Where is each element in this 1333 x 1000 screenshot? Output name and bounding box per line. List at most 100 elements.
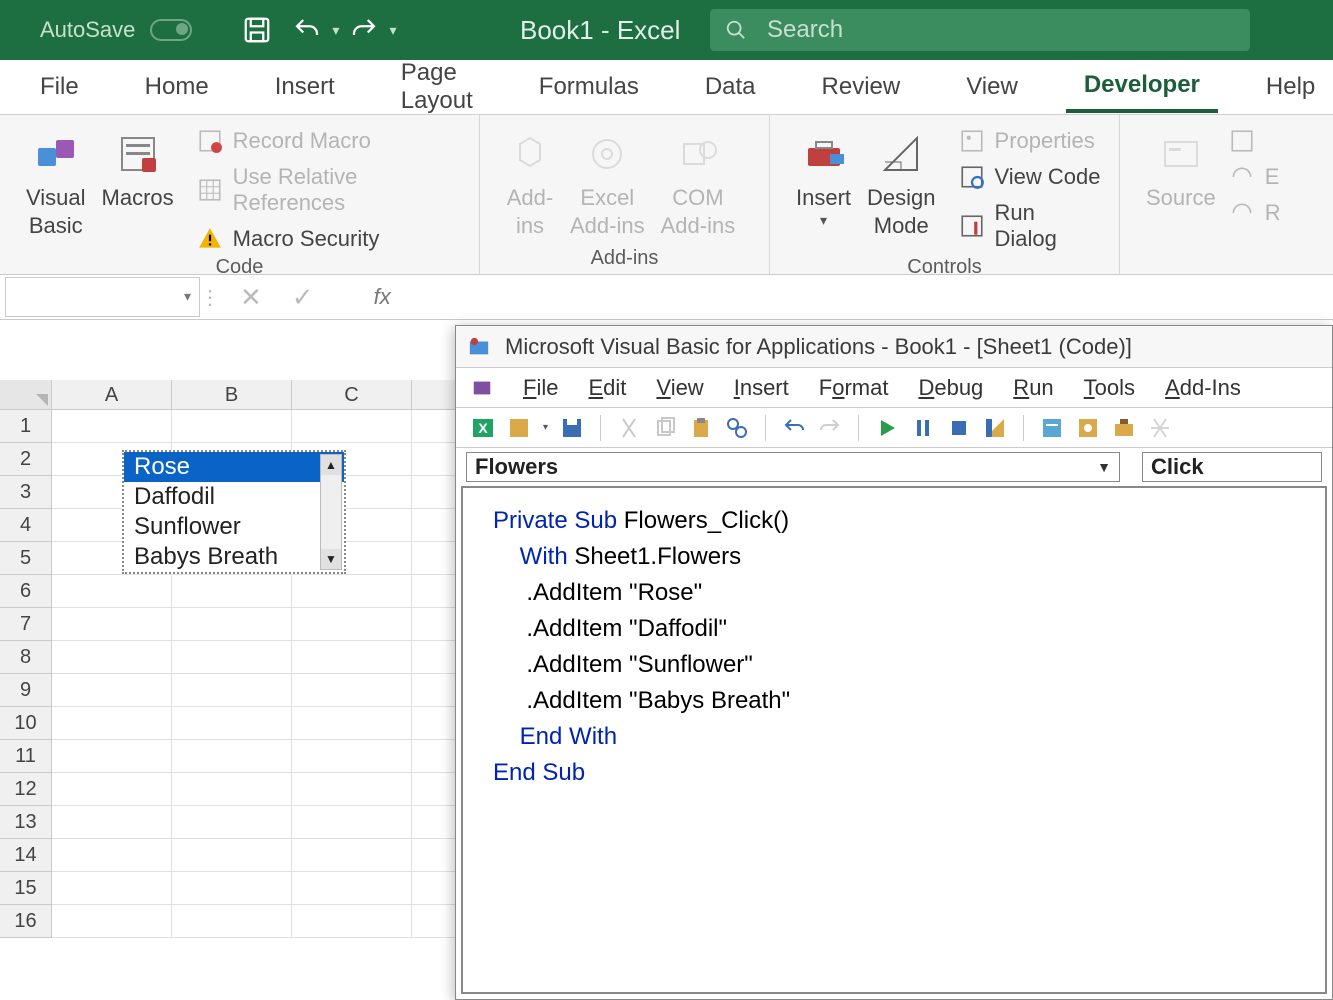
tab-home[interactable]: Home [127,63,227,111]
cell[interactable] [292,608,412,641]
row-header[interactable]: 1 [0,410,52,443]
cell[interactable] [52,839,172,872]
design-mode-icon[interactable] [983,416,1007,440]
excel-addins-button[interactable]: Excel Add-ins [562,125,653,239]
cell[interactable] [52,872,172,905]
xml-sub1[interactable] [1229,128,1281,154]
chevron-down-icon[interactable]: ▾ [184,288,191,305]
reset-icon[interactable] [947,416,971,440]
source-button[interactable]: Source [1138,125,1224,212]
vbe-menu-run[interactable]: Run [1013,375,1053,401]
list-item[interactable]: Daffodil [124,482,344,512]
cell[interactable] [172,707,292,740]
vbe-menu-addins[interactable]: Add-Ins [1165,375,1241,401]
save-icon[interactable] [560,416,584,440]
cell[interactable] [292,872,412,905]
row-header[interactable]: 3 [0,476,52,509]
cell[interactable] [292,806,412,839]
cell[interactable] [172,872,292,905]
enter-icon[interactable]: ✓ [292,282,314,313]
vbe-menu-file[interactable]: File [523,375,558,401]
find-icon[interactable] [725,416,749,440]
row-header[interactable]: 9 [0,674,52,707]
code-editor[interactable]: Private Sub Flowers_Click() With Sheet1.… [461,486,1327,994]
cell[interactable] [52,641,172,674]
vbe-menu-debug[interactable]: Debug [918,375,983,401]
fx-icon[interactable]: fx [374,284,391,310]
paste-icon[interactable] [689,416,713,440]
vbe-menu-view[interactable]: View [656,375,703,401]
autosave-toggle[interactable]: AutoSave [40,17,192,43]
macro-security-button[interactable]: Macro Security [197,226,461,252]
redo-icon[interactable] [818,416,842,440]
cell[interactable] [172,740,292,773]
xml-sub3[interactable]: R [1229,200,1281,226]
project-explorer-icon[interactable] [1040,416,1064,440]
row-header[interactable]: 14 [0,839,52,872]
list-item[interactable]: Babys Breath [124,542,344,572]
cell[interactable] [292,740,412,773]
properties-window-icon[interactable] [1076,416,1100,440]
name-box[interactable]: ▾ [5,277,200,317]
cell[interactable] [292,575,412,608]
cell[interactable] [292,773,412,806]
tab-data[interactable]: Data [687,63,774,111]
view-code-button[interactable]: View Code [959,164,1101,190]
record-macro-button[interactable]: Record Macro [197,128,461,154]
visual-basic-button[interactable]: Visual Basic [18,125,94,239]
object-browser-icon[interactable] [1112,416,1136,440]
col-header-a[interactable]: A [52,380,172,409]
vbe-title-bar[interactable]: Microsoft Visual Basic for Applications … [456,326,1332,368]
vbe-menu-format[interactable]: Format [819,375,889,401]
procedure-dropdown[interactable]: Click [1142,452,1322,482]
cell[interactable] [172,410,292,443]
row-header[interactable]: 10 [0,707,52,740]
cell[interactable] [52,674,172,707]
cell[interactable] [52,707,172,740]
vbe-system-icon[interactable] [471,377,493,399]
cell[interactable] [52,806,172,839]
scroll-down-icon[interactable]: ▼ [321,549,341,569]
tab-help[interactable]: Help [1248,63,1333,111]
cell[interactable] [292,410,412,443]
vbe-menu-edit[interactable]: Edit [588,375,626,401]
cell[interactable] [172,773,292,806]
cell[interactable] [172,905,292,938]
cell[interactable] [52,740,172,773]
run-icon[interactable] [875,416,899,440]
cell[interactable] [292,674,412,707]
tab-file[interactable]: File [22,63,97,111]
row-header[interactable]: 13 [0,806,52,839]
com-addins-button[interactable]: COM Add-ins [653,125,744,239]
macros-button[interactable]: Macros [94,125,182,212]
cell[interactable] [52,905,172,938]
insert-button[interactable]: Insert ▾ [788,125,859,229]
cancel-icon[interactable]: ✕ [240,282,262,313]
redo-icon[interactable] [344,10,384,50]
cell[interactable] [292,905,412,938]
row-header[interactable]: 12 [0,773,52,806]
vbe-menu-tools[interactable]: Tools [1084,375,1135,401]
list-item[interactable]: Sunflower [124,512,344,542]
cell[interactable] [172,806,292,839]
cell[interactable] [172,641,292,674]
tab-view[interactable]: View [948,63,1036,111]
cell[interactable] [52,575,172,608]
row-header[interactable]: 4 [0,509,52,542]
object-dropdown[interactable]: Flowers ▼ [466,452,1120,482]
break-icon[interactable] [911,416,935,440]
copy-icon[interactable] [653,416,677,440]
row-header[interactable]: 16 [0,905,52,938]
tab-developer[interactable]: Developer [1066,61,1218,113]
row-header[interactable]: 15 [0,872,52,905]
tab-formulas[interactable]: Formulas [521,63,657,111]
tab-insert[interactable]: Insert [257,63,353,111]
undo-dropdown-icon[interactable]: ▾ [332,22,339,39]
properties-button[interactable]: Properties [959,128,1101,154]
cell[interactable] [292,839,412,872]
cell[interactable] [172,608,292,641]
addins-button[interactable]: Add- ins [498,125,562,239]
undo-icon[interactable] [287,10,327,50]
row-header[interactable]: 2 [0,443,52,476]
toggle-switch-icon[interactable] [150,19,192,41]
